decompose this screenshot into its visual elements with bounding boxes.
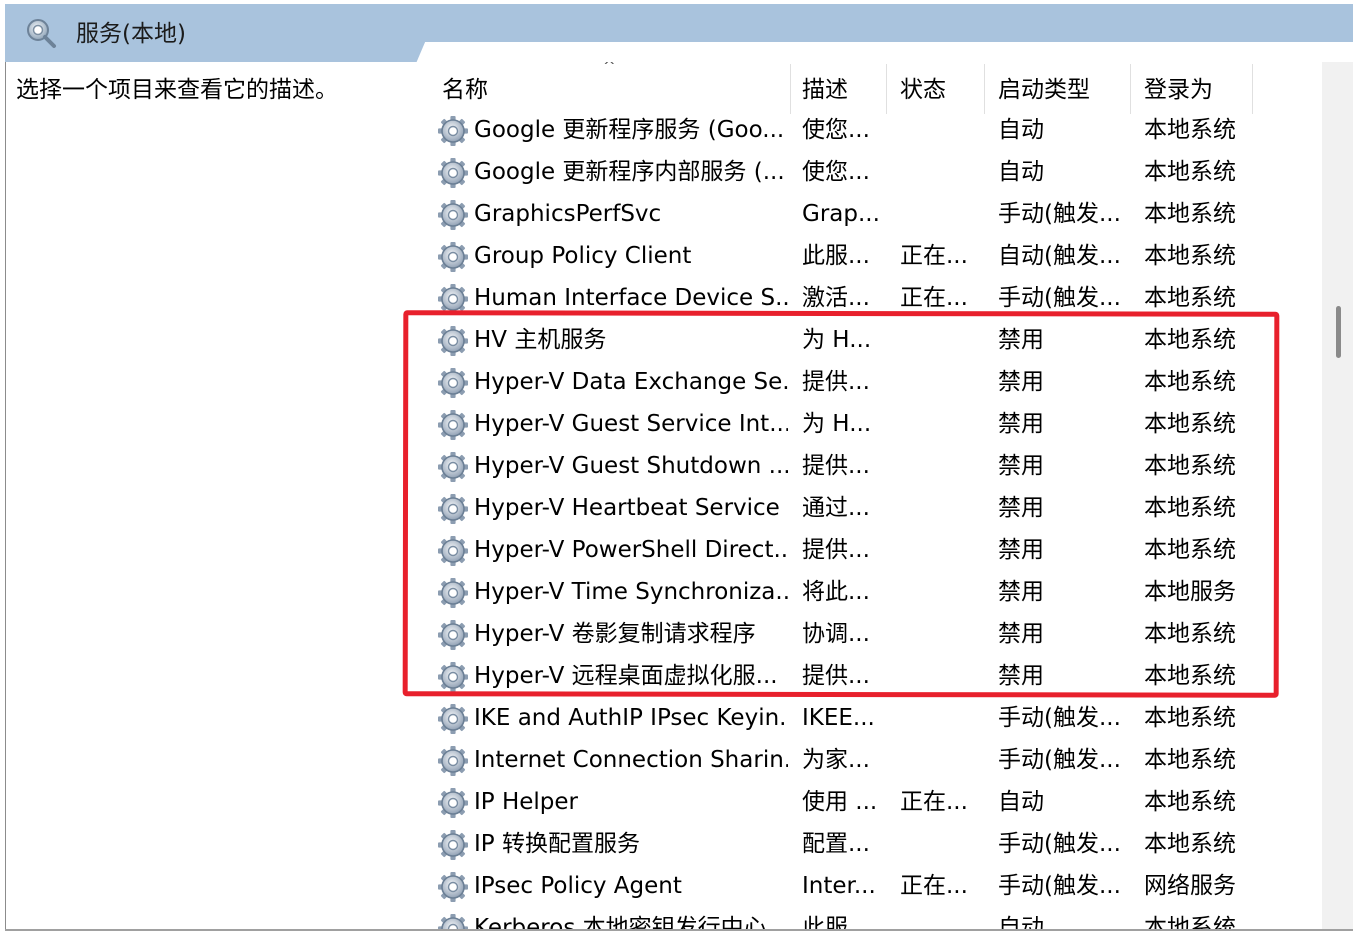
service-startup-type: 自动(触发...	[998, 243, 1121, 269]
service-status	[900, 823, 980, 865]
description-text: 选择一个项目来查看它的描述。	[16, 77, 338, 103]
table-row[interactable]: IP Helper 使用 ... 正在... 自动 本地系统	[410, 781, 1322, 823]
service-status	[900, 697, 980, 739]
service-name: Google 更新程序内部服务 (...	[474, 159, 785, 185]
column-separator[interactable]	[1130, 64, 1131, 114]
description-pane: 选择一个项目来查看它的描述。	[6, 62, 410, 929]
service-gear-icon	[438, 116, 468, 146]
service-name: IP Helper	[474, 789, 579, 815]
column-header-description[interactable]: 描述	[802, 68, 848, 112]
service-gear-icon	[438, 830, 468, 860]
service-startup-type: 手动(触发...	[998, 201, 1121, 227]
service-startup-type: 手动(触发...	[998, 747, 1121, 773]
frame-bottom-border	[5, 929, 1353, 931]
table-row[interactable]: IP 转换配置服务 配置... 手动(触发... 本地系统	[410, 823, 1322, 865]
service-name: Kerberos 本地密钥发行中心	[474, 915, 767, 929]
service-description: 使您...	[802, 117, 870, 143]
window-title: 服务(本地)	[76, 21, 186, 47]
service-status: 正在...	[900, 873, 968, 899]
service-status	[900, 151, 980, 193]
service-status	[900, 109, 980, 151]
service-name: Group Policy Client	[474, 243, 692, 269]
column-separator[interactable]	[886, 64, 887, 114]
service-status	[900, 907, 980, 929]
table-row[interactable]: IPsec Policy Agent Inter... 正在... 手动(触发... 网…	[410, 865, 1322, 907]
service-name: IPsec Policy Agent	[474, 873, 682, 899]
service-description: 此服...	[802, 915, 870, 929]
service-description: 此服...	[802, 243, 870, 269]
service-startup-type: 自动	[998, 159, 1044, 185]
service-gear-icon	[438, 914, 468, 929]
service-gear-icon	[438, 158, 468, 188]
service-description: IKEE...	[802, 705, 875, 731]
service-description: 使您...	[802, 159, 870, 185]
column-separator[interactable]	[790, 64, 791, 114]
column-header-log-on-as[interactable]: 登录为	[1144, 68, 1213, 112]
column-separator[interactable]	[984, 64, 985, 114]
table-row[interactable]: Internet Connection Sharin... 为家... 手动(触发.…	[410, 739, 1322, 781]
column-header-name[interactable]: 名称	[442, 68, 488, 112]
annotation-highlight-box	[402, 310, 1280, 698]
service-description: Inter...	[802, 873, 876, 899]
service-status: 正在...	[900, 243, 968, 269]
table-row[interactable]: Group Policy Client 此服... 正在... 自动(触发... 本地系…	[410, 235, 1322, 277]
service-description: 使用 ...	[802, 789, 878, 815]
service-log-on-as: 本地系统	[1144, 747, 1236, 773]
service-gear-icon	[438, 872, 468, 902]
title-strip	[410, 4, 1353, 42]
service-log-on-as: 本地系统	[1144, 243, 1236, 269]
service-startup-type: 自动	[998, 117, 1044, 143]
service-status	[900, 739, 980, 781]
sort-ascending-icon: ^	[603, 62, 616, 75]
frame-left-border	[5, 62, 6, 930]
service-name: IKE and AuthIP IPsec Keyin...	[474, 705, 788, 731]
service-gear-icon	[438, 242, 468, 272]
table-row[interactable]: IKE and AuthIP IPsec Keyin... IKEE... 手动(触…	[410, 697, 1322, 739]
service-status: 正在...	[900, 789, 968, 815]
service-startup-type: 自动	[998, 789, 1044, 815]
service-startup-type: 手动(触发...	[998, 705, 1121, 731]
service-description: 配置...	[802, 831, 870, 857]
service-log-on-as: 本地系统	[1144, 915, 1236, 929]
service-log-on-as: 本地系统	[1144, 789, 1236, 815]
column-header-status[interactable]: 状态	[900, 68, 946, 112]
service-startup-type: 手动(触发...	[998, 831, 1121, 857]
table-row[interactable]: GraphicsPerfSvc Grap... 手动(触发... 本地系统	[410, 193, 1322, 235]
title-bar: 服务(本地)	[0, 0, 1353, 62]
column-separator[interactable]	[1252, 64, 1253, 114]
service-name: IP 转换配置服务	[474, 831, 640, 857]
service-log-on-as: 本地系统	[1144, 117, 1236, 143]
service-name: Internet Connection Sharin...	[474, 747, 788, 773]
service-log-on-as: 本地系统	[1144, 159, 1236, 185]
service-log-on-as: 本地系统	[1144, 705, 1236, 731]
service-name: Google 更新程序服务 (Goo...	[474, 117, 785, 143]
service-gear-icon	[438, 704, 468, 734]
service-log-on-as: 网络服务	[1144, 873, 1236, 899]
service-log-on-as: 本地系统	[1144, 201, 1236, 227]
column-header-startup-type[interactable]: 启动类型	[998, 68, 1090, 112]
service-description: 为家...	[802, 747, 870, 773]
service-gear-icon	[438, 746, 468, 776]
title-tab	[5, 4, 425, 62]
service-startup-type: 自动	[998, 915, 1044, 929]
scrollbar-thumb[interactable]	[1336, 306, 1341, 358]
service-gear-icon	[438, 788, 468, 818]
service-description: Grap...	[802, 201, 880, 227]
vertical-scrollbar[interactable]	[1322, 62, 1353, 929]
service-startup-type: 手动(触发...	[998, 873, 1121, 899]
table-row[interactable]: Google 更新程序服务 (Goo... 使您... 自动 本地系统	[410, 109, 1322, 151]
table-row[interactable]: Kerberos 本地密钥发行中心 此服... 自动 本地系统	[410, 907, 1322, 929]
service-status	[900, 193, 980, 235]
services-gear-magnifier-icon	[27, 19, 56, 48]
table-row[interactable]: Google 更新程序内部服务 (... 使您... 自动 本地系统	[410, 151, 1322, 193]
service-log-on-as: 本地系统	[1144, 831, 1236, 857]
service-name: GraphicsPerfSvc	[474, 201, 662, 227]
service-gear-icon	[438, 200, 468, 230]
